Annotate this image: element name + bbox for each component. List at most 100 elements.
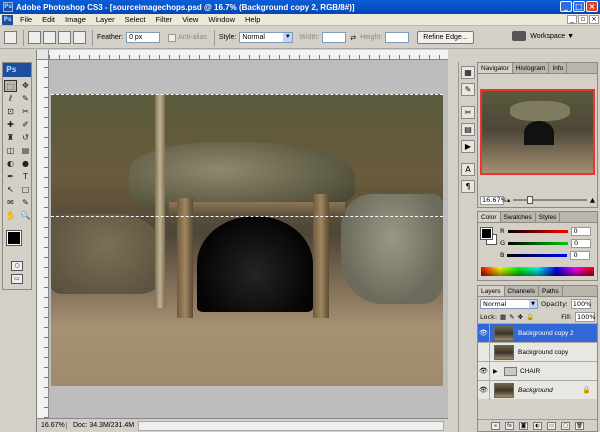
tab-color[interactable]: Color <box>478 212 501 222</box>
layer-style-icon[interactable]: fx <box>505 421 514 430</box>
blend-mode-select[interactable]: Normal ▼ <box>480 299 538 309</box>
horizontal-ruler[interactable] <box>49 50 448 60</box>
eye-icon[interactable]: 👁 <box>478 380 490 400</box>
eyedropper-tool[interactable]: ✎ <box>19 197 32 209</box>
menu-edit[interactable]: Edit <box>37 15 60 24</box>
minimize-button[interactable]: _ <box>560 1 572 12</box>
zoom-slider[interactable] <box>513 196 587 204</box>
layer-row[interactable]: Background copy <box>478 342 597 362</box>
history-brush-tool[interactable]: ↺ <box>19 132 32 144</box>
menu-file[interactable]: File <box>15 15 37 24</box>
image-canvas[interactable] <box>51 94 443 386</box>
actions-icon[interactable]: ▶ <box>461 140 475 153</box>
tab-styles[interactable]: Styles <box>536 212 561 222</box>
vertical-ruler[interactable] <box>37 60 49 418</box>
zoom-slider-knob[interactable] <box>527 196 534 204</box>
move-tool[interactable]: ✥ <box>19 80 32 92</box>
clone-source-icon[interactable]: ▤ <box>461 123 475 136</box>
height-input[interactable] <box>385 32 410 43</box>
paragraph-icon[interactable]: ¶ <box>461 180 475 193</box>
quick-select-tool[interactable]: ✎ <box>19 93 32 105</box>
notes-tool[interactable]: ✉ <box>4 197 17 209</box>
menu-view[interactable]: View <box>177 15 203 24</box>
color-fg-swatch[interactable] <box>480 227 493 240</box>
brush-tool[interactable]: ✐ <box>19 119 32 131</box>
new-group-icon[interactable]: ▭ <box>547 421 556 430</box>
hand-tool[interactable]: ✋ <box>4 210 17 222</box>
zoom-tool[interactable]: 🔍 <box>19 210 32 222</box>
lock-all-icon[interactable]: 🔒 <box>526 313 534 321</box>
adjustment-layer-icon[interactable]: ◐ <box>533 421 542 430</box>
doc-close-button[interactable]: × <box>589 15 599 24</box>
navigator-thumbnail[interactable] <box>480 89 595 175</box>
menu-select[interactable]: Select <box>120 15 151 24</box>
layer-comps-icon[interactable]: ✂ <box>461 106 475 119</box>
foreground-color[interactable] <box>6 230 22 246</box>
eye-icon[interactable]: 👁 <box>478 361 490 381</box>
blue-slider[interactable] <box>507 253 568 257</box>
shape-tool[interactable]: □ <box>19 184 32 196</box>
antialias-checkbox[interactable] <box>168 33 177 42</box>
brushes-icon[interactable]: ✎ <box>461 83 475 96</box>
layer-row[interactable]: 👁 Background 🔒 <box>478 380 597 400</box>
crop-tool[interactable]: ⊡ <box>4 106 17 118</box>
doc-minimize-button[interactable]: _ <box>567 15 577 24</box>
eye-icon[interactable] <box>478 342 490 362</box>
subtract-selection-icon[interactable] <box>58 31 71 44</box>
swap-icon[interactable]: ⇄ <box>350 34 356 42</box>
eye-icon[interactable]: 👁 <box>478 323 490 343</box>
tool-presets-icon[interactable]: ▦ <box>461 66 475 79</box>
maximize-button[interactable]: □ <box>573 1 585 12</box>
tab-channels[interactable]: Channels <box>505 286 539 296</box>
menu-layer[interactable]: Layer <box>91 15 120 24</box>
eraser-tool[interactable]: ◫ <box>4 145 17 157</box>
zoom-out-icon[interactable]: ▴ <box>507 196 510 204</box>
intersect-selection-icon[interactable] <box>73 31 86 44</box>
lock-position-icon[interactable]: ✥ <box>518 313 523 321</box>
layer-mask-icon[interactable]: ◙ <box>519 421 528 430</box>
lasso-tool[interactable]: ℓ <box>4 93 17 105</box>
tab-histogram[interactable]: Histogram <box>513 63 550 73</box>
stamp-tool[interactable]: ♜ <box>4 132 17 144</box>
blur-tool[interactable]: ◐ <box>4 158 17 170</box>
character-icon[interactable]: A <box>461 163 475 176</box>
tab-navigator[interactable]: Navigator <box>478 63 513 73</box>
refine-edge-button[interactable]: Refine Edge... <box>417 31 474 44</box>
dodge-tool[interactable]: ● <box>19 158 32 170</box>
red-slider[interactable] <box>507 229 568 233</box>
quick-mask-icon[interactable]: ○ <box>11 261 23 271</box>
layer-row[interactable]: 👁 ▶ CHAIR <box>478 361 597 381</box>
workspace-switcher[interactable]: Workspace ▼ <box>512 31 574 41</box>
path-select-tool[interactable]: ↖ <box>4 184 17 196</box>
zoom-in-icon[interactable]: ▲ <box>590 196 595 204</box>
green-value[interactable]: 0 <box>571 238 592 248</box>
fill-input[interactable]: 100% <box>575 312 596 322</box>
style-select[interactable]: Normal ▼ <box>239 32 294 43</box>
slice-tool[interactable]: ✂ <box>19 106 32 118</box>
link-layers-icon[interactable]: ∞ <box>491 421 500 430</box>
close-button[interactable]: × <box>586 1 598 12</box>
menu-help[interactable]: Help <box>240 15 265 24</box>
lock-transparency-icon[interactable]: ▦ <box>500 313 506 321</box>
menu-filter[interactable]: Filter <box>151 15 178 24</box>
document-icon[interactable]: Ps <box>2 14 13 25</box>
gradient-tool[interactable]: ▤ <box>19 145 32 157</box>
horizontal-scrollbar[interactable] <box>138 420 444 431</box>
tool-preset-picker[interactable] <box>4 31 17 44</box>
menu-image[interactable]: Image <box>60 15 91 24</box>
green-slider[interactable] <box>508 241 569 245</box>
type-tool[interactable]: T <box>19 171 32 183</box>
menu-window[interactable]: Window <box>203 15 240 24</box>
zoom-level[interactable]: 16.67% <box>37 422 67 429</box>
screen-mode-icon[interactable]: ▭ <box>11 274 23 284</box>
opacity-input[interactable]: 100% <box>570 299 591 309</box>
tab-swatches[interactable]: Swatches <box>501 212 536 222</box>
blue-value[interactable]: 0 <box>570 250 591 260</box>
feather-input[interactable]: 0 px <box>126 32 161 43</box>
tab-info[interactable]: Info <box>549 63 568 73</box>
tab-layers[interactable]: Layers <box>478 286 505 296</box>
tab-paths[interactable]: Paths <box>539 286 563 296</box>
lock-pixels-icon[interactable]: ✎ <box>509 313 514 321</box>
doc-restore-button[interactable]: ▫ <box>578 15 588 24</box>
marquee-tool[interactable]: ⬚ <box>4 80 17 92</box>
